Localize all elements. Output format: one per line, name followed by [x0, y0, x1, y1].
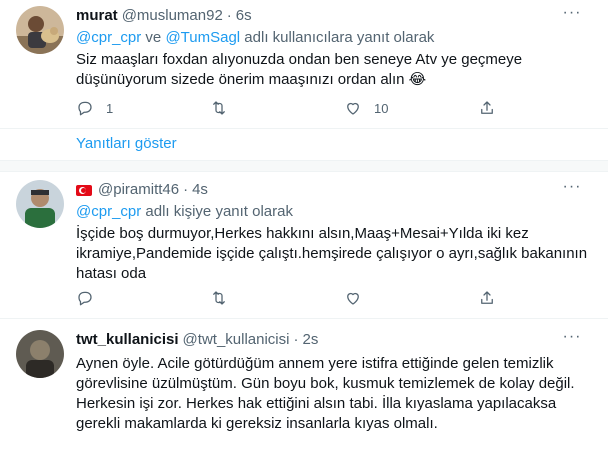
tweet-text-line: hatası oda [76, 265, 147, 282]
separator-dot: · [183, 181, 189, 198]
retweet-icon [213, 101, 225, 115]
reply-feed: murat @musluman92 · 6s ··· @cpr_cpr ve @… [0, 0, 608, 464]
divider [0, 318, 608, 319]
replying-suffix: adlı kullanıcılara yanıt olarak [240, 29, 435, 46]
tweet-text-line: İşçide boş durmuyor,Herkes hakkını alsın… [76, 225, 529, 242]
like-button[interactable]: 10 [344, 99, 388, 117]
tweet-text-line: gerekli makamlarda ki gereksiz insanlarl… [76, 415, 438, 432]
user-handle[interactable]: @piramitt46 [98, 180, 179, 200]
tweet-text: Aynen öyle. Acile götürdüğüm annem yere … [76, 354, 588, 434]
mention-link[interactable]: @cpr_cpr [76, 203, 141, 220]
share-icon [481, 291, 493, 304]
timestamp[interactable]: 2s [302, 330, 318, 350]
like-icon [347, 102, 359, 115]
share-icon [481, 101, 493, 114]
tweet-murat[interactable]: murat @musluman92 · 6s ··· @cpr_cpr ve @… [0, 5, 600, 126]
timestamp[interactable]: 6s [236, 6, 252, 26]
show-replies-link[interactable]: Yanıtları göster [0, 128, 608, 160]
replying-joiner: ve [141, 29, 166, 46]
like-button[interactable] [344, 289, 362, 307]
tweet-piramitt46[interactable]: @piramitt46 · 4s ··· @cpr_cpr adlı kişiy… [0, 179, 600, 314]
tweet-text-line: Herkesin işi zor. Herkes hak ettiğini al… [76, 395, 557, 412]
tweet-text-line: Siz maaşları foxdan alıyonuzda ondan ben… [76, 51, 523, 68]
tweet-header: murat @musluman92 · 6s [76, 6, 588, 26]
more-icon[interactable]: ··· [560, 5, 584, 26]
tweet-actions: 1 10 [76, 98, 576, 118]
tweet-actions [76, 288, 576, 308]
tweet-text: Siz maaşları foxdan alıyonuzda ondan ben… [76, 50, 588, 90]
reply-button[interactable]: 1 [76, 99, 113, 117]
reply-button[interactable] [76, 289, 94, 307]
retweet-icon [213, 291, 225, 305]
reply-icon [78, 101, 92, 116]
like-icon [347, 292, 359, 305]
avatar[interactable] [16, 330, 64, 378]
share-button[interactable] [478, 99, 496, 117]
mention-link[interactable]: @TumSagl [165, 29, 240, 46]
reply-count: 1 [106, 100, 114, 116]
tweet-text-line: Aynen öyle. Acile götürdüğüm annem yere … [76, 355, 554, 372]
tweet-twt-kullanicisi[interactable]: twt_kullanicisi @twt_kullanicisi · 2s ··… [0, 329, 600, 464]
separator-dot: · [226, 7, 232, 24]
reply-icon [78, 291, 92, 306]
retweet-button[interactable] [210, 289, 228, 307]
display-name[interactable]: twt_kullanicisi [76, 330, 179, 350]
avatar[interactable] [16, 6, 64, 54]
share-button[interactable] [478, 289, 496, 307]
tweet-text-line: düşünüyorum sizede önerim maaşınızı orda… [76, 71, 427, 88]
user-handle[interactable]: @twt_kullanicisi [183, 330, 290, 350]
replying-to: @cpr_cpr adlı kişiye yanıt olarak [76, 202, 588, 222]
replying-suffix: adlı kişiye yanıt olarak [141, 203, 293, 220]
thread-separator [0, 160, 608, 172]
mention-link[interactable]: @cpr_cpr [76, 29, 141, 46]
tweet-text-line: ikramiye,Pandemide işçide çalıştı.hemşir… [76, 245, 588, 262]
tweet-header: twt_kullanicisi @twt_kullanicisi · 2s [76, 330, 588, 350]
like-count: 10 [374, 100, 389, 116]
tweet-text: İşçide boş durmuyor,Herkes hakkını alsın… [76, 224, 588, 284]
timestamp[interactable]: 4s [192, 180, 208, 200]
more-icon[interactable]: ··· [560, 329, 584, 350]
retweet-button[interactable] [210, 99, 228, 117]
display-name[interactable]: murat [76, 6, 118, 26]
avatar[interactable] [16, 180, 64, 228]
user-handle[interactable]: @musluman92 [122, 6, 223, 26]
tweet-header: @piramitt46 · 4s [76, 180, 588, 200]
replying-to: @cpr_cpr ve @TumSagl adlı kullanıcılara … [76, 28, 588, 48]
separator-dot: · [293, 331, 299, 348]
tweet-text-line: görevlisine üzülmüştüm. Gün boyu bok, ku… [76, 375, 575, 392]
more-icon[interactable]: ··· [560, 179, 584, 200]
turkey-flag-icon [76, 184, 92, 196]
